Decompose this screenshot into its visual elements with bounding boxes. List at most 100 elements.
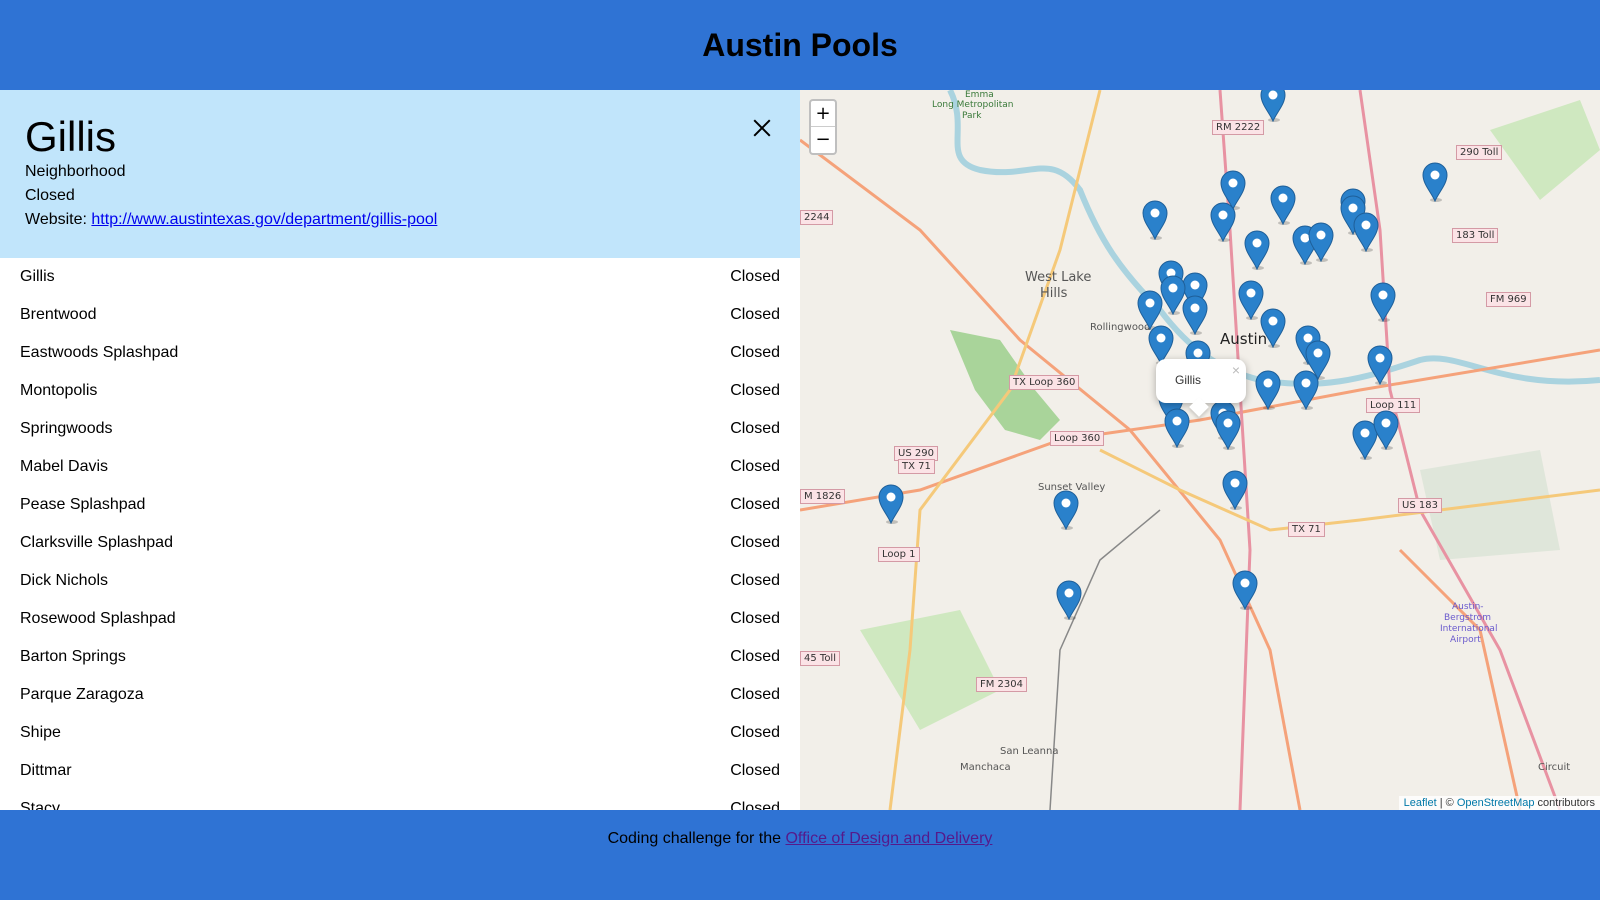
- pool-list-item[interactable]: Stacy Closed: [0, 790, 800, 810]
- pool-status: Closed: [730, 344, 780, 361]
- pool-detail-status: Closed: [25, 187, 75, 204]
- pool-status: Closed: [730, 382, 780, 399]
- pool-list-item[interactable]: Springwoods Closed: [0, 410, 800, 448]
- map-marker-icon[interactable]: [1244, 230, 1270, 271]
- map-label-emma-3: Park: [962, 111, 982, 121]
- pool-name: Gillis: [20, 268, 55, 285]
- map-marker-icon[interactable]: [1222, 470, 1248, 511]
- pool-detail-card: Gillis Neighborhood Closed Website: http…: [0, 90, 800, 258]
- map-marker-icon[interactable]: [1367, 345, 1393, 386]
- pool-list-item[interactable]: Clarksville Splashpad Closed: [0, 524, 800, 562]
- map-marker-icon[interactable]: [1210, 202, 1236, 243]
- pool-list-item[interactable]: Brentwood Closed: [0, 296, 800, 334]
- leaflet-link[interactable]: Leaflet: [1404, 797, 1437, 809]
- pool-list-item[interactable]: Barton Springs Closed: [0, 638, 800, 676]
- pool-name: Parque Zaragoza: [20, 686, 144, 703]
- map-label-west-lake: West Lake: [1025, 270, 1092, 285]
- pool-name: Montopolis: [20, 382, 98, 399]
- map-marker-icon[interactable]: [1373, 410, 1399, 451]
- pool-detail-website: Website: http://www.austintexas.gov/depa…: [25, 208, 775, 232]
- pool-list-item[interactable]: Dick Nichols Closed: [0, 562, 800, 600]
- pool-status: Closed: [730, 610, 780, 627]
- map-marker-icon[interactable]: [1142, 200, 1168, 241]
- pool-name: Dittmar: [20, 762, 72, 779]
- pool-list-item[interactable]: Mabel Davis Closed: [0, 448, 800, 486]
- app-footer: Coding challenge for the Office of Desig…: [0, 810, 1600, 900]
- pool-status: Closed: [730, 800, 780, 810]
- pool-detail-name: Gillis: [25, 113, 116, 160]
- page-title: Austin Pools: [702, 26, 898, 63]
- road-shield-loop-360: Loop 360: [1050, 431, 1105, 446]
- map-marker-icon[interactable]: [1308, 222, 1334, 263]
- pool-name: Barton Springs: [20, 648, 126, 665]
- map-marker-icon[interactable]: [1260, 90, 1286, 123]
- pool-status: Closed: [730, 458, 780, 475]
- popup-close-icon[interactable]: ×: [1232, 362, 1240, 378]
- map-label-circuit: Circuit: [1538, 762, 1571, 773]
- map-label-hills: Hills: [1040, 286, 1068, 301]
- map-label-airport-1: Austin-: [1452, 602, 1484, 612]
- map-attribution: Leaflet | © OpenStreetMap contributors: [1398, 796, 1600, 810]
- map-marker-icon[interactable]: [1053, 490, 1079, 531]
- pool-name: Brentwood: [20, 306, 97, 323]
- road-shield-2244: 2244: [800, 210, 834, 225]
- map-marker-icon[interactable]: [1270, 185, 1296, 226]
- footer-link[interactable]: Office of Design and Delivery: [785, 830, 992, 847]
- pool-name: Springwoods: [20, 420, 113, 437]
- road-shield-183-toll: 183 Toll: [1452, 228, 1499, 243]
- popup-text: Gillis: [1175, 373, 1201, 387]
- attribution-separator: | ©: [1436, 797, 1457, 809]
- website-link[interactable]: http://www.austintexas.gov/department/gi…: [91, 211, 437, 228]
- map-marker-icon[interactable]: [1370, 282, 1396, 323]
- pool-name: Stacy: [20, 800, 61, 810]
- pool-list-item[interactable]: Shipe Closed: [0, 714, 800, 752]
- pool-list-item[interactable]: Dittmar Closed: [0, 752, 800, 790]
- pool-panel: Gillis Neighborhood Closed Website: http…: [0, 90, 800, 810]
- map-marker-icon[interactable]: [1164, 408, 1190, 449]
- pool-name: Shipe: [20, 724, 61, 741]
- map-marker-icon[interactable]: [1260, 308, 1286, 349]
- map-label-emma-1: Emma: [965, 90, 994, 100]
- pool-list-item[interactable]: Gillis Closed: [0, 258, 800, 296]
- map-label-san-leanna: San Leanna: [1000, 746, 1059, 757]
- map-label-airport-4: Airport: [1450, 635, 1481, 645]
- road-shield-tx71-east: TX 71: [1288, 522, 1325, 537]
- map-marker-icon[interactable]: [1056, 580, 1082, 621]
- road-shield-rm2222: RM 2222: [1212, 120, 1265, 135]
- map-marker-icon[interactable]: [1422, 162, 1448, 203]
- zoom-in-button[interactable]: +: [811, 101, 835, 127]
- road-shield-m1826: M 1826: [800, 489, 846, 504]
- road-shield-45-toll: 45 Toll: [800, 651, 840, 666]
- osm-link[interactable]: OpenStreetMap: [1457, 797, 1535, 809]
- pool-status: Closed: [730, 306, 780, 323]
- pool-name: Mabel Davis: [20, 458, 109, 475]
- map-marker-icon[interactable]: [878, 484, 904, 525]
- map-marker-icon[interactable]: [1215, 410, 1241, 451]
- pool-name: Eastwoods Splashpad: [20, 344, 179, 361]
- map-marker-icon[interactable]: [1353, 212, 1379, 253]
- map-marker-icon[interactable]: [1232, 570, 1258, 611]
- pool-list-item[interactable]: Pease Splashpad Closed: [0, 486, 800, 524]
- map[interactable]: West Lake Hills Rollingwood Austin Sunse…: [800, 90, 1600, 810]
- map-marker-icon[interactable]: [1293, 370, 1319, 411]
- zoom-out-button[interactable]: −: [811, 127, 835, 153]
- pool-list-item[interactable]: Montopolis Closed: [0, 372, 800, 410]
- map-marker-icon[interactable]: [1255, 370, 1281, 411]
- pool-name: Rosewood Splashpad: [20, 610, 176, 627]
- pool-name: Dick Nichols: [20, 572, 109, 589]
- pool-list: Gillis Closed Brentwood Closed Eastwoods Spl…: [0, 258, 800, 810]
- map-label-airport-2: Bergstrom: [1444, 613, 1491, 623]
- pool-list-item[interactable]: Eastwoods Splashpad Closed: [0, 334, 800, 372]
- close-icon[interactable]: [752, 118, 772, 138]
- road-shield-loop-1: Loop 1: [878, 547, 920, 562]
- pool-status: Closed: [730, 268, 780, 285]
- road-shield-290-toll: 290 Toll: [1456, 145, 1503, 160]
- pool-status: Closed: [730, 648, 780, 665]
- pool-status: Closed: [730, 420, 780, 437]
- pool-list-item[interactable]: Parque Zaragoza Closed: [0, 676, 800, 714]
- pool-detail-type: Neighborhood: [25, 163, 126, 180]
- map-marker-icon[interactable]: [1182, 295, 1208, 336]
- pool-list-item[interactable]: Rosewood Splashpad Closed: [0, 600, 800, 638]
- pool-status: Closed: [730, 496, 780, 513]
- map-label-airport-3: International: [1440, 624, 1498, 634]
